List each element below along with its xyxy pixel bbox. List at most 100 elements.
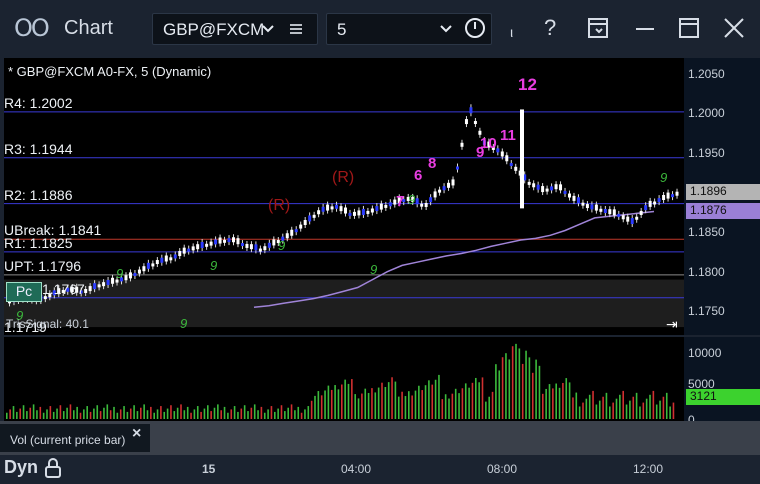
app-logo-icon: OO bbox=[14, 14, 50, 42]
volume-bar bbox=[150, 406, 152, 419]
remove-study-close-icon[interactable]: × bbox=[132, 425, 141, 443]
volume-study-tab[interactable]: Vol (current price bar) × bbox=[0, 424, 150, 452]
volume-bar bbox=[642, 402, 645, 419]
volume-bar bbox=[498, 370, 501, 419]
candle bbox=[433, 191, 437, 198]
volume-bar bbox=[307, 406, 310, 419]
candle bbox=[124, 275, 128, 281]
time-axis[interactable]: Dyn 15 04:00 08:00 12:00 bbox=[0, 455, 760, 481]
candle bbox=[671, 194, 675, 198]
minimize-icon[interactable] bbox=[634, 17, 656, 44]
volume-bar bbox=[595, 404, 598, 419]
volume-bar bbox=[397, 396, 400, 419]
volume-bar bbox=[267, 409, 269, 419]
price-chart-canvas[interactable]: 76810 11129(R)(R)99999999 bbox=[4, 58, 684, 335]
volume-bar bbox=[203, 408, 206, 419]
volume-bar bbox=[475, 377, 477, 419]
pc-badge[interactable]: Pc bbox=[6, 282, 42, 302]
level-label: R3: 1.1944 bbox=[4, 140, 73, 157]
volume-bar bbox=[103, 407, 105, 419]
volume-bar bbox=[521, 363, 524, 419]
candle bbox=[173, 254, 177, 259]
level-label: R1: 1.1825 bbox=[4, 234, 73, 251]
candle bbox=[460, 142, 464, 147]
volume-bar bbox=[290, 404, 293, 419]
chevron-down-icon[interactable] bbox=[261, 17, 275, 46]
volume-bar bbox=[163, 411, 166, 419]
symbol-value: GBP@FXCM bbox=[163, 20, 265, 39]
candle bbox=[442, 186, 446, 191]
help-icon[interactable]: ? bbox=[544, 15, 556, 41]
volume-bar bbox=[562, 382, 564, 419]
volume-bar bbox=[9, 409, 11, 419]
volume-bar bbox=[518, 348, 521, 419]
current-volume-tag: 3121 bbox=[686, 389, 760, 405]
setup-count-label: 9 bbox=[660, 170, 667, 185]
interval-selector[interactable]: 5 bbox=[326, 13, 492, 45]
candle bbox=[196, 244, 200, 250]
candle bbox=[608, 209, 612, 215]
scroll-to-end-icon[interactable]: ⇥ bbox=[666, 316, 678, 333]
volume-bar bbox=[565, 378, 568, 419]
candle bbox=[223, 239, 227, 243]
volume-bar bbox=[186, 406, 189, 419]
setup-count-label: 9 bbox=[180, 316, 187, 331]
price-tick: 1.1750 bbox=[688, 304, 725, 319]
maximize-icon[interactable] bbox=[678, 17, 700, 44]
price-axis[interactable]: 1.20501.20001.19501.19001.18501.18001.17… bbox=[684, 58, 760, 335]
candle bbox=[447, 182, 451, 188]
candle bbox=[415, 198, 419, 205]
candle bbox=[178, 251, 182, 257]
candle bbox=[357, 210, 361, 216]
volume-bar bbox=[639, 406, 641, 419]
chevron-down-icon[interactable] bbox=[439, 17, 453, 46]
volume-bar bbox=[170, 405, 172, 419]
volume-bar bbox=[341, 384, 343, 419]
candle bbox=[653, 201, 657, 205]
volume-bar bbox=[230, 409, 233, 419]
clock-icon[interactable] bbox=[465, 18, 485, 38]
candle bbox=[527, 181, 531, 185]
volume-bar bbox=[448, 398, 450, 419]
lock-icon[interactable] bbox=[44, 457, 62, 484]
candle bbox=[617, 213, 621, 217]
volume-bar bbox=[59, 405, 62, 419]
candle bbox=[285, 233, 289, 239]
save-layout-icon[interactable] bbox=[587, 16, 611, 45]
volume-bar bbox=[585, 398, 588, 419]
symbol-selector[interactable]: GBP@FXCM bbox=[152, 13, 318, 45]
price-chart[interactable]: 7 6 8 10 11 12 9 (R) (R) 9 9 9 9 9 9 9 9 * GBP@FXCM A0-F… bbox=[4, 58, 684, 335]
candle bbox=[563, 190, 567, 194]
candle bbox=[599, 208, 603, 212]
volume-bar bbox=[371, 388, 373, 419]
reversal-mark: (R) bbox=[268, 197, 290, 214]
volume-bar bbox=[592, 390, 594, 419]
volume-bar bbox=[6, 412, 8, 419]
dynamic-mode-label[interactable]: Dyn bbox=[4, 457, 38, 478]
candle bbox=[648, 200, 652, 207]
volume-panel[interactable] bbox=[4, 337, 684, 421]
volume-bar bbox=[233, 406, 236, 419]
setup-count-label: 9 bbox=[408, 192, 415, 207]
volume-bar bbox=[357, 398, 360, 419]
volume-bar bbox=[153, 412, 155, 419]
setup-count-label: 9 bbox=[210, 258, 217, 273]
volume-bar bbox=[364, 388, 367, 419]
volume-axis[interactable]: 10000 5000 0 3121 bbox=[684, 337, 760, 427]
candle bbox=[200, 241, 204, 248]
price-tick: 1.1800 bbox=[688, 264, 725, 279]
volume-bar bbox=[173, 411, 176, 419]
candle bbox=[164, 255, 168, 262]
candle bbox=[585, 204, 589, 209]
volume-bar bbox=[129, 408, 132, 419]
volume-bar bbox=[42, 412, 45, 419]
volume-bar bbox=[505, 353, 507, 419]
close-icon[interactable] bbox=[723, 17, 745, 44]
hamburger-menu-icon[interactable] bbox=[289, 17, 303, 46]
price-tick: 1.1850 bbox=[688, 225, 725, 240]
volume-bar bbox=[615, 398, 618, 419]
volume-bar bbox=[629, 400, 631, 419]
candle bbox=[133, 272, 137, 276]
volume-bar bbox=[86, 406, 88, 419]
volume-bar bbox=[166, 408, 169, 419]
